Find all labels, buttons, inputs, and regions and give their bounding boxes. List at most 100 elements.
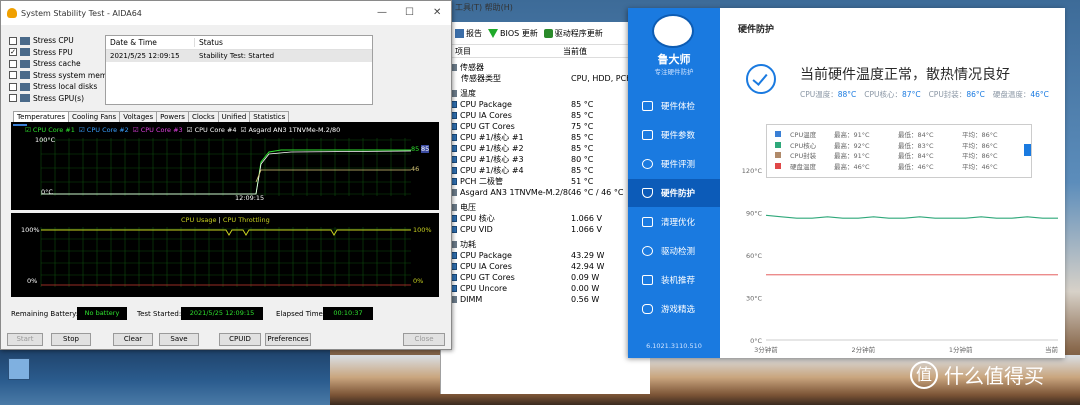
- y-tick-label: 90°C: [746, 210, 763, 218]
- start-button[interactable]: Start: [7, 333, 43, 346]
- y-tick-label: 120°C: [742, 167, 763, 175]
- desktop-shortcut-icon[interactable]: [8, 358, 30, 380]
- table-row[interactable]: CPU Package 43.29 W: [449, 250, 650, 261]
- tab-clocks[interactable]: Clocks: [187, 111, 219, 122]
- nav-hardware-params[interactable]: 硬件参数: [628, 121, 720, 149]
- tab-voltages[interactable]: Voltages: [119, 111, 158, 122]
- table-row[interactable]: CPU VID 1.066 V: [449, 224, 650, 235]
- checkbox-unchecked[interactable]: [9, 36, 17, 45]
- bios-update-button[interactable]: BIOS 更新: [488, 28, 538, 39]
- log-col-date[interactable]: Date & Time: [106, 38, 194, 47]
- column-value[interactable]: 当前值: [563, 46, 587, 57]
- stress-cpu-checkbox[interactable]: Stress CPU: [9, 35, 119, 47]
- column-item[interactable]: 项目: [441, 46, 563, 57]
- cpu-usage-graph-svg: [40, 227, 411, 287]
- table-row[interactable]: CPU GT Cores 0.09 W: [449, 272, 650, 283]
- watermark: 值 什么值得买: [910, 360, 1044, 389]
- table-row[interactable]: CPU IA Cores 85 °C: [449, 110, 650, 121]
- legend-cpu-usage[interactable]: CPU Usage: [181, 216, 217, 224]
- checkbox-unchecked[interactable]: [9, 71, 17, 80]
- tab-temperatures[interactable]: Temperatures: [13, 111, 69, 122]
- stress-memory-checkbox[interactable]: Stress system memory: [9, 70, 119, 82]
- table-row[interactable]: CPU #1/核心 #2 85 °C: [449, 143, 650, 154]
- legend-core2[interactable]: ☑ CPU Core #2: [79, 126, 129, 134]
- y-tick-label: 30°C: [746, 295, 763, 303]
- legend-row[interactable]: 硬盘温度 最高：46°C 最低：46°C 平均：46°C: [767, 161, 1031, 172]
- log-col-status[interactable]: Status: [194, 38, 223, 47]
- bios-update-icon: [488, 28, 498, 38]
- disk-icon: [20, 82, 30, 91]
- legend-ssd[interactable]: ☑ Asgard AN3 1TNVMe-M.2/80: [241, 126, 341, 134]
- temp-axis-bottom: 0°C: [41, 188, 53, 196]
- close-icon[interactable]: ✕: [433, 7, 441, 18]
- table-row[interactable]: CPU Uncore 0.00 W: [449, 283, 650, 294]
- section-voltage[interactable]: 电压: [449, 202, 650, 213]
- report-button[interactable]: 报告: [455, 28, 482, 39]
- aida-menu-bar[interactable]: 工具(T) 帮助(H): [455, 2, 513, 13]
- nav-game-picks[interactable]: 游戏精选: [628, 295, 720, 323]
- core-temp-line-green: [41, 149, 411, 195]
- table-row[interactable]: DIMM 0.56 W: [449, 294, 650, 305]
- section-power[interactable]: 功耗: [449, 239, 650, 250]
- table-row[interactable]: CPU #1/核心 #4 85 °C: [449, 165, 650, 176]
- table-row[interactable]: CPU #1/核心 #3 80 °C: [449, 154, 650, 165]
- stress-fpu-checkbox[interactable]: ✓ Stress FPU: [9, 47, 119, 59]
- nav-cleanup[interactable]: 清理优化: [628, 208, 720, 236]
- legend-core4[interactable]: ☑ CPU Core #4: [187, 126, 237, 134]
- elapsed-time-value: 00:10:37: [323, 307, 373, 320]
- checkbox-unchecked[interactable]: [9, 82, 17, 91]
- section-temperature[interactable]: 温度: [449, 88, 650, 99]
- nav-build-recommend[interactable]: 装机推荐: [628, 266, 720, 294]
- checkbox-unchecked[interactable]: [9, 94, 17, 103]
- log-row[interactable]: 2021/5/25 12:09:15 Stability Test: Start…: [106, 50, 372, 62]
- tab-cooling-fans[interactable]: Cooling Fans: [68, 111, 121, 122]
- nav-hardware-benchmark[interactable]: 硬件评测: [628, 150, 720, 178]
- legend-cpu-throttling[interactable]: CPU Throttling: [223, 216, 270, 224]
- table-row[interactable]: 传感器类型 CPU, HDD, PCH, SNB: [449, 73, 650, 84]
- tab-powers[interactable]: Powers: [156, 111, 189, 122]
- y-tick-label: 0°C: [750, 337, 762, 345]
- legend-row[interactable]: CPU封装 最高：91°C 最低：84°C 平均：86°C: [767, 150, 1031, 161]
- legend-swatch: [775, 152, 781, 159]
- table-row[interactable]: CPU IA Cores 42.94 W: [449, 261, 650, 272]
- section-sensor[interactable]: 传感器: [449, 62, 650, 73]
- stress-disks-checkbox[interactable]: Stress local disks: [9, 81, 119, 93]
- legend-row[interactable]: CPU温度 最高：91°C 最低：84°C 平均：86°C: [767, 129, 1031, 140]
- minimize-icon[interactable]: —: [377, 7, 387, 18]
- nav-hardware-checkup[interactable]: 硬件体检: [628, 92, 720, 120]
- table-row[interactable]: CPU Package 85 °C: [449, 99, 650, 110]
- save-button[interactable]: Save: [159, 333, 199, 346]
- close-button[interactable]: Close: [403, 333, 445, 346]
- checkbox-unchecked[interactable]: [9, 59, 17, 68]
- checkbox-checked[interactable]: ✓: [9, 48, 17, 57]
- cpuid-button[interactable]: CPUID: [219, 333, 261, 346]
- tab-statistics[interactable]: Statistics: [249, 111, 290, 122]
- legend-collapse-handle[interactable]: [1024, 144, 1031, 156]
- legend-core3[interactable]: ☑ CPU Core #3: [133, 126, 183, 134]
- elapsed-time-label: Elapsed Time:: [276, 310, 326, 318]
- log-header: Date & Time Status: [106, 36, 372, 50]
- legend-row[interactable]: CPU核心 最高：92°C 最低：83°C 平均：86°C: [767, 140, 1031, 151]
- table-row[interactable]: CPU GT Cores 75 °C: [449, 121, 650, 132]
- stop-button[interactable]: Stop: [51, 333, 91, 346]
- clear-button[interactable]: Clear: [113, 333, 153, 346]
- cleanup-icon: [642, 217, 653, 227]
- maximize-icon[interactable]: ☐: [405, 7, 414, 18]
- nav-hardware-protection[interactable]: 硬件防护: [628, 179, 720, 207]
- test-started-value: 2021/5/25 12:09:15: [181, 307, 263, 320]
- ludashi-sidebar: 鲁大师 专注硬件防护 硬件体检 硬件参数 硬件评测 硬件防护 清理优化 驱动检测…: [628, 8, 720, 358]
- stress-gpu-checkbox[interactable]: Stress GPU(s): [9, 93, 119, 105]
- stress-cache-checkbox[interactable]: Stress cache: [9, 58, 119, 70]
- tab-unified[interactable]: Unified: [217, 111, 251, 122]
- legend-core1[interactable]: ☑ CPU Core #1: [25, 126, 75, 134]
- table-row[interactable]: Asgard AN3 1TNVMe-M.2/80 46 °C / 46 °C: [449, 187, 650, 198]
- table-row[interactable]: PCH 二极管 51 °C: [449, 176, 650, 187]
- watermark-text: 什么值得买: [944, 364, 1044, 388]
- sensor-list: 传感器 传感器类型 CPU, HDD, PCH, SNB 温度 CPU Packa…: [441, 62, 650, 305]
- driver-update-button[interactable]: 驱动程序更新: [543, 28, 603, 39]
- nav-driver-check[interactable]: 驱动检测: [628, 237, 720, 265]
- table-row[interactable]: CPU 核心 1.066 V: [449, 213, 650, 224]
- table-row[interactable]: CPU #1/核心 #1 85 °C: [449, 132, 650, 143]
- window-title-bar[interactable]: System Stability Test - AIDA64 — ☐ ✕: [1, 1, 451, 25]
- preferences-button[interactable]: Preferences: [265, 333, 311, 346]
